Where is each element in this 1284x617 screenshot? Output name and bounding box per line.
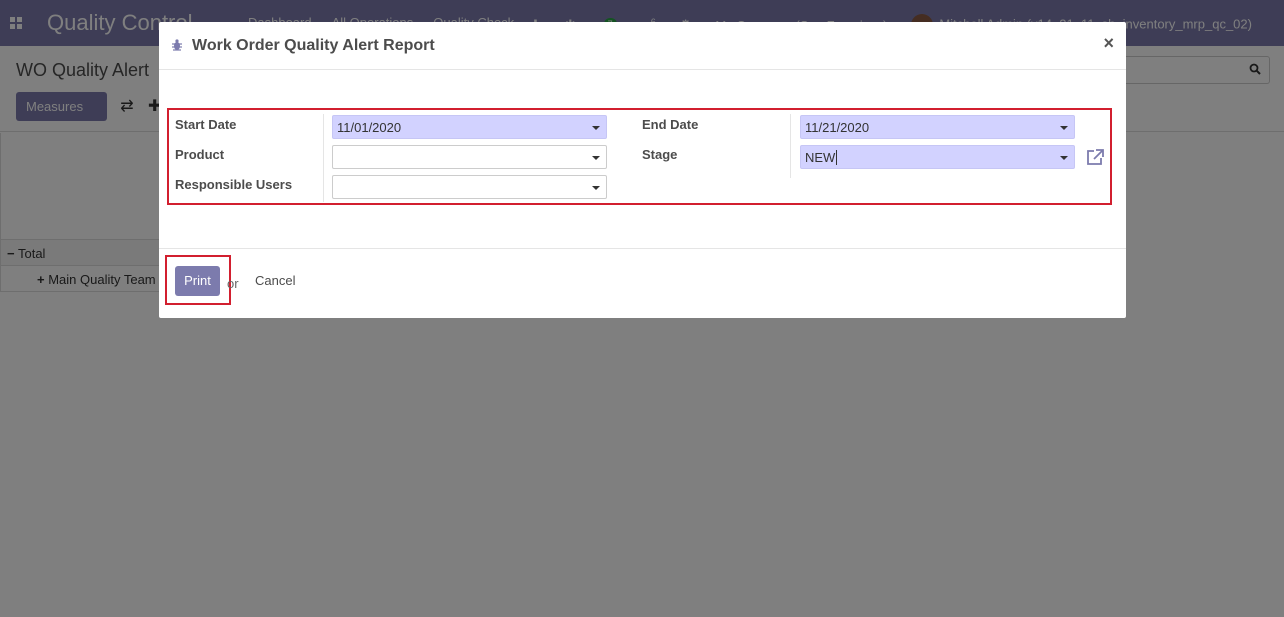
caret-down-icon	[592, 156, 600, 160]
print-button[interactable]: Print	[175, 266, 220, 296]
report-wizard-dialog: Work Order Quality Alert Report × Start …	[159, 22, 1126, 318]
stage-field[interactable]: NEW	[800, 145, 1075, 169]
start-date-label: Start Date	[175, 117, 237, 132]
close-icon[interactable]: ×	[1103, 33, 1114, 54]
end-date-value: 11/21/2020	[805, 120, 870, 135]
caret-down-icon	[1060, 126, 1068, 130]
modal-header: Work Order Quality Alert Report ×	[159, 22, 1126, 70]
column-divider	[323, 114, 324, 202]
end-date-field[interactable]: 11/21/2020	[800, 115, 1075, 139]
product-label: Product	[175, 147, 225, 162]
start-date-value: 11/01/2020	[337, 120, 402, 135]
external-link-icon[interactable]	[1085, 148, 1105, 166]
product-field[interactable]	[332, 145, 607, 169]
caret-down-icon	[592, 186, 600, 190]
text-cursor	[836, 150, 838, 165]
column-divider	[790, 114, 791, 178]
end-date-label: End Date	[642, 117, 699, 132]
start-date-field[interactable]: 11/01/2020	[332, 115, 607, 139]
or-text: or	[227, 276, 239, 291]
bug-icon	[172, 39, 182, 51]
modal-footer: Print or Cancel	[159, 248, 1126, 318]
responsible-users-label: Responsible Users	[175, 177, 293, 192]
responsible-users-field[interactable]	[332, 175, 607, 199]
caret-down-icon	[592, 126, 600, 130]
stage-value: NEW	[805, 150, 836, 165]
stage-label: Stage	[642, 147, 678, 162]
caret-down-icon	[1060, 156, 1068, 160]
cancel-button[interactable]: Cancel	[255, 273, 295, 288]
wizard-form: Start Date Product Responsible Users 11/…	[167, 108, 1112, 205]
modal-title: Work Order Quality Alert Report	[192, 37, 435, 54]
